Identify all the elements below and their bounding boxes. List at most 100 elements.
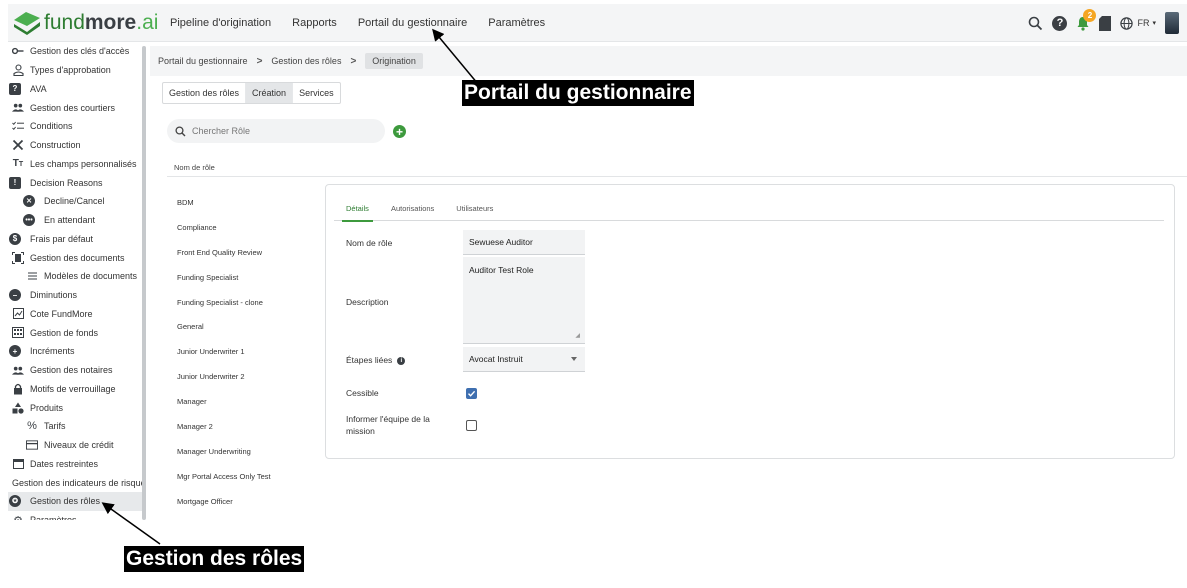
search-icon[interactable] xyxy=(1028,16,1043,31)
role-list-item[interactable]: Funding Specialist xyxy=(177,265,317,290)
sidebar-item[interactable]: TT Les champs personnalisés xyxy=(8,155,146,174)
add-role-button[interactable]: + xyxy=(393,125,406,138)
role-list-item[interactable]: Manager xyxy=(177,389,317,414)
sidebar-item[interactable]: Gestion des courtiers xyxy=(8,98,146,117)
logo-text: fundmore.ai xyxy=(44,10,159,34)
sidebar-item[interactable]: ! Decision Reasons xyxy=(8,173,146,192)
inform-team-checkbox[interactable] xyxy=(466,420,477,431)
tools-icon xyxy=(12,139,24,151)
nav-rapports[interactable]: Rapports xyxy=(292,17,337,29)
sidebar-item[interactable]: Gestion des notaires xyxy=(8,361,146,380)
breadcrumb-origination: Origination xyxy=(365,53,423,69)
sidebar-item[interactable]: Gestion des indicateurs de risque xyxy=(8,473,146,492)
pending-circle-icon: ••• xyxy=(23,214,38,227)
tab-details[interactable]: Détails xyxy=(334,199,379,222)
description-label: Description xyxy=(346,297,389,307)
role-list-item[interactable]: Compliance xyxy=(177,215,317,240)
logo-mark-icon xyxy=(14,11,40,35)
role-list-item[interactable]: Funding Specialist - clone xyxy=(177,290,317,315)
resize-handle-icon[interactable]: ◢ xyxy=(575,332,580,339)
sidebar-item-label: Gestion des clés d'accès xyxy=(30,46,130,57)
role-list-item[interactable]: Manager 2 xyxy=(177,414,317,439)
sidebar-item-label: Decline/Cancel xyxy=(44,196,105,207)
sidebar-item[interactable]: ⚙ Paramètres xyxy=(8,511,146,520)
sidebar-item[interactable]: ••• En attendant xyxy=(8,211,146,230)
info-icon[interactable]: i xyxy=(397,356,406,365)
role-list-item[interactable]: BDM xyxy=(177,190,317,215)
role-list-item[interactable]: Mortgage Officer xyxy=(177,489,317,514)
sidebar-item[interactable]: ✪ Gestion des rôles xyxy=(8,492,146,511)
roles-circle-icon: ✪ xyxy=(9,495,24,508)
sidebar-item[interactable]: Modèles de documents xyxy=(8,267,146,286)
nav-pipeline-origination[interactable]: Pipeline d'origination xyxy=(170,17,271,29)
breadcrumb-portail[interactable]: Portail du gestionnaire xyxy=(158,56,248,66)
sidebar-item[interactable]: Construction xyxy=(8,136,146,155)
tab-creation[interactable]: Création xyxy=(245,83,293,103)
search-input[interactable] xyxy=(192,126,362,136)
sidebar-item[interactable]: ✕ Decline/Cancel xyxy=(8,192,146,211)
person-outline-icon xyxy=(12,64,24,77)
language-selector[interactable]: FR ▾ xyxy=(1120,16,1156,30)
sidebar-item[interactable]: Gestion des documents xyxy=(8,248,146,267)
sidebar-item-label: Modèles de documents xyxy=(44,271,138,282)
role-list-item[interactable]: Manager Underwriting xyxy=(177,439,317,464)
breadcrumb: Portail du gestionnaire > Gestion des rô… xyxy=(150,46,1187,76)
building-icon xyxy=(12,327,24,339)
role-list-item[interactable]: General xyxy=(177,314,317,339)
role-list-item[interactable]: Junior Underwriter 2 xyxy=(177,364,317,389)
sidebar-item[interactable]: + Incréments xyxy=(8,342,146,361)
tab-services[interactable]: Services xyxy=(292,83,340,103)
sidebar-item[interactable]: Motifs de verrouillage xyxy=(8,380,146,399)
chevron-down-icon: ▾ xyxy=(1152,20,1156,27)
fundmore-logo[interactable]: fundmore.ai xyxy=(8,10,160,36)
role-list-item[interactable]: Mgr Portal Access Only Test xyxy=(177,464,317,489)
role-search xyxy=(167,119,385,143)
sidebar-item[interactable]: – Diminutions xyxy=(8,286,146,305)
description-textarea[interactable]: Auditor Test Role ◢ xyxy=(463,257,585,344)
sidebar-item[interactable]: Dates restreintes xyxy=(8,455,146,474)
stages-select[interactable]: Avocat Instruit xyxy=(463,347,585,372)
inform-team-label: Informer l'équipe de la mission xyxy=(346,414,430,436)
calendar-icon xyxy=(12,458,24,470)
sidebar-scrollbar[interactable] xyxy=(142,46,146,520)
sidebar-item[interactable]: $ Frais par défaut xyxy=(8,230,146,249)
check-icon xyxy=(468,390,476,397)
key-icon xyxy=(12,45,24,57)
breadcrumb-gestion-roles[interactable]: Gestion des rôles xyxy=(271,56,341,66)
sidebar-item[interactable]: Conditions xyxy=(8,117,146,136)
sidebar-item[interactable]: Gestion des clés d'accès xyxy=(8,42,146,61)
user-avatar[interactable] xyxy=(1165,12,1179,34)
divider xyxy=(167,176,1187,177)
app-window: fundmore.ai Pipeline d'origination Rappo… xyxy=(0,0,1187,588)
documents-icon[interactable] xyxy=(1099,15,1112,31)
role-list-item[interactable]: Junior Underwriter 1 xyxy=(177,339,317,364)
sidebar-item-label: Cote FundMore xyxy=(30,308,93,319)
transferable-checkbox[interactable] xyxy=(466,388,477,399)
sidebar-item-label: Tarifs xyxy=(44,421,66,432)
tab-gestion-roles[interactable]: Gestion des rôles xyxy=(163,83,245,103)
role-name-field[interactable]: Sewuese Auditor xyxy=(463,230,585,255)
stages-label: Étapes liées i xyxy=(346,355,406,365)
language-label: FR xyxy=(1137,18,1150,28)
nav-parametres[interactable]: Paramètres xyxy=(488,17,545,29)
sidebar-item[interactable]: Niveaux de crédit xyxy=(8,436,146,455)
role-list-item[interactable]: Front End Quality Review xyxy=(177,240,317,265)
nav-portail-gestionnaire[interactable]: Portail du gestionnaire xyxy=(358,17,467,29)
notification-bell-icon[interactable]: 2 xyxy=(1076,8,1097,31)
help-icon[interactable]: ? xyxy=(1052,15,1068,31)
tab-utilisateurs[interactable]: Utilisateurs xyxy=(444,199,503,221)
sidebar-item[interactable]: % Tarifs xyxy=(8,417,146,436)
sidebar-item[interactable]: Produits xyxy=(8,398,146,417)
cancel-circle-icon: ✕ xyxy=(23,195,38,208)
sidebar-item-label: Produits xyxy=(30,402,64,413)
sidebar-item[interactable]: Types d'approbation xyxy=(8,61,146,80)
sidebar-item[interactable]: Gestion de fonds xyxy=(8,323,146,342)
role-list: BDM Compliance Front End Quality Review Fun… xyxy=(177,190,317,514)
breadcrumb-separator-icon: > xyxy=(350,55,357,67)
sidebar-item-label: Conditions xyxy=(30,121,73,132)
tab-autorisations[interactable]: Autorisations xyxy=(379,199,444,221)
sidebar-item[interactable]: Cote FundMore xyxy=(8,305,146,324)
sidebar-item[interactable]: ? AVA xyxy=(8,80,146,99)
lock-icon xyxy=(12,383,24,395)
dollar-circle-icon: $ xyxy=(9,232,24,245)
